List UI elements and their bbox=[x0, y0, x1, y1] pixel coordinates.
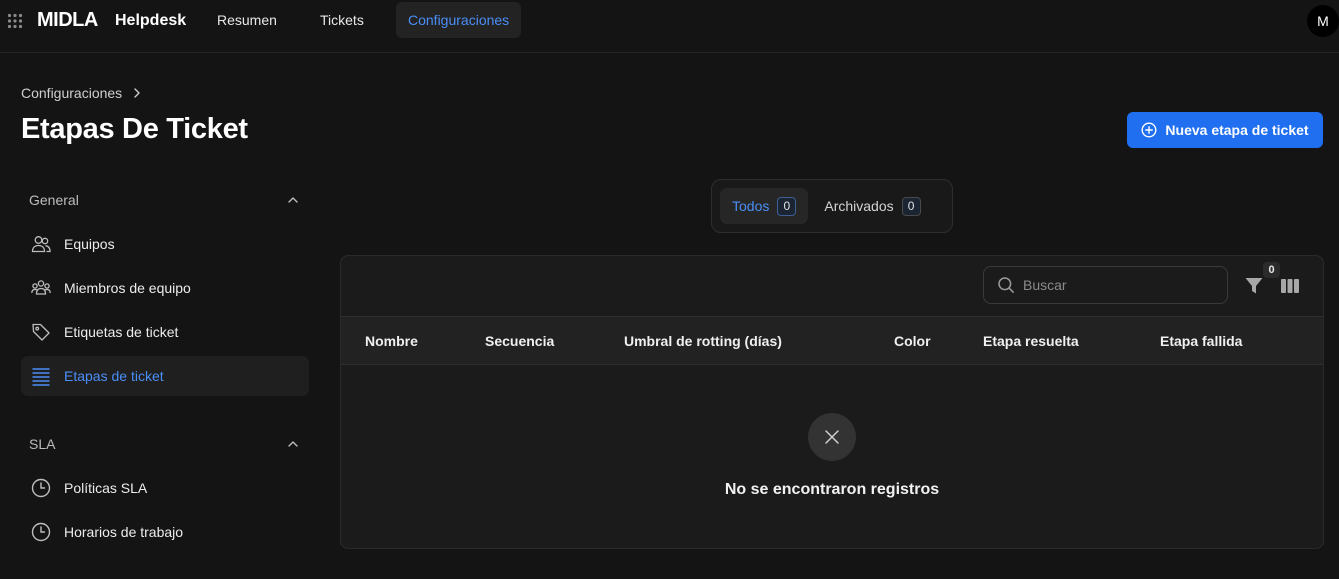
chevron-up-icon bbox=[288, 441, 298, 447]
sidebar-section-sla[interactable]: SLA bbox=[29, 436, 299, 452]
chevron-up-icon bbox=[288, 197, 298, 203]
column-header-secuencia[interactable]: Secuencia bbox=[485, 333, 554, 349]
grid-dots-icon[interactable] bbox=[7, 13, 23, 29]
column-header-etapa-fallida[interactable]: Etapa fallida bbox=[1160, 333, 1242, 349]
section-title: SLA bbox=[29, 436, 56, 452]
new-ticket-stage-label: Nueva etapa de ticket bbox=[1165, 122, 1309, 138]
count-badge: 0 bbox=[777, 196, 797, 216]
product-name: Helpdesk bbox=[115, 12, 187, 29]
sidebar-item-politicas-sla[interactable]: Políticas SLA bbox=[21, 468, 309, 508]
chevron-right-icon bbox=[134, 88, 140, 98]
table-toolbar: 0 bbox=[341, 256, 1323, 316]
column-header-color[interactable]: Color bbox=[894, 333, 931, 349]
sidebar-item-label: Etiquetas de ticket bbox=[64, 324, 179, 340]
empty-state-icon bbox=[808, 413, 856, 461]
stages-table-card: 0 Nombre Secuencia Umbral de rotting (dí… bbox=[340, 255, 1324, 549]
nav-resumen[interactable]: Resumen bbox=[205, 2, 289, 38]
tab-todos[interactable]: Todos 0 bbox=[720, 188, 809, 224]
search-input[interactable] bbox=[1023, 277, 1203, 293]
filter-count-badge: 0 bbox=[1263, 262, 1280, 278]
sidebar-item-label: Políticas SLA bbox=[64, 480, 148, 496]
plus-circle-icon bbox=[1141, 122, 1157, 138]
section-title: General bbox=[29, 192, 79, 208]
sidebar-item-etiquetas[interactable]: Etiquetas de ticket bbox=[21, 312, 309, 352]
team-members-icon bbox=[31, 280, 51, 295]
top-navbar: MIDLA Helpdesk Resumen Tickets Configura… bbox=[0, 0, 1339, 53]
sidebar-item-horarios[interactable]: Horarios de trabajo bbox=[21, 512, 309, 552]
clock-icon bbox=[31, 522, 51, 542]
sidebar-item-label: Etapas de ticket bbox=[64, 368, 164, 384]
column-header-nombre[interactable]: Nombre bbox=[365, 333, 418, 349]
tag-icon bbox=[32, 323, 50, 341]
column-header-etapa-resuelta[interactable]: Etapa resuelta bbox=[983, 333, 1079, 349]
column-header-umbral[interactable]: Umbral de rotting (días) bbox=[624, 333, 782, 349]
sidebar-section-general[interactable]: General bbox=[29, 192, 299, 208]
sidebar-item-miembros[interactable]: Miembros de equipo bbox=[21, 268, 309, 308]
filter-tabs: Todos 0 Archivados 0 bbox=[711, 179, 953, 233]
breadcrumb: Configuraciones bbox=[21, 85, 142, 101]
list-lines-icon bbox=[32, 368, 50, 386]
tab-archivados[interactable]: Archivados 0 bbox=[812, 188, 932, 224]
tab-label: Todos bbox=[732, 198, 770, 214]
sidebar-item-label: Miembros de equipo bbox=[64, 280, 191, 296]
search-icon bbox=[998, 277, 1014, 293]
page-title: Etapas De Ticket bbox=[21, 113, 248, 145]
breadcrumb-configuraciones[interactable]: Configuraciones bbox=[21, 85, 122, 101]
sidebar-item-equipos[interactable]: Equipos bbox=[21, 224, 309, 264]
tab-label: Archivados bbox=[824, 198, 894, 214]
users-icon bbox=[31, 236, 51, 253]
new-ticket-stage-button[interactable]: Nueva etapa de ticket bbox=[1127, 112, 1323, 148]
table-header: Nombre Secuencia Umbral de rotting (días… bbox=[341, 316, 1323, 365]
user-avatar[interactable]: M bbox=[1307, 5, 1339, 37]
columns-icon[interactable] bbox=[1280, 277, 1300, 295]
empty-state-message: No se encontraron registros bbox=[724, 481, 940, 498]
filter-icon[interactable] bbox=[1244, 276, 1264, 296]
nav-configuraciones[interactable]: Configuraciones bbox=[396, 2, 522, 38]
count-badge: 0 bbox=[901, 196, 921, 216]
nav-tickets[interactable]: Tickets bbox=[308, 2, 376, 38]
close-icon bbox=[825, 430, 839, 444]
sidebar-item-label: Horarios de trabajo bbox=[64, 524, 184, 540]
sidebar-item-etapas[interactable]: Etapas de ticket bbox=[21, 356, 309, 396]
search-box[interactable] bbox=[983, 266, 1228, 304]
clock-icon bbox=[31, 478, 51, 498]
brand-logo[interactable]: MIDLA bbox=[37, 9, 98, 32]
sidebar-item-label: Equipos bbox=[64, 236, 115, 252]
